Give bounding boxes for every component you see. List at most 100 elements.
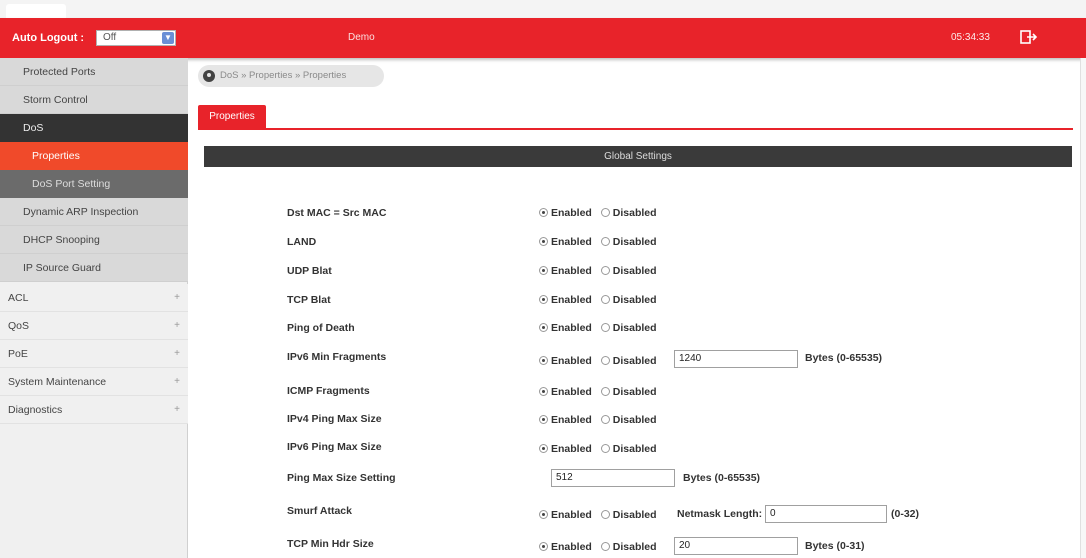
browser-tab[interactable] xyxy=(6,4,66,18)
radio-enabled-label: Enabled xyxy=(551,386,592,398)
radio-enabled[interactable] xyxy=(539,510,548,519)
ping-max-size-input[interactable]: 512 xyxy=(551,469,675,487)
radio-disabled[interactable] xyxy=(600,356,610,365)
radio-enabled-label: Enabled xyxy=(551,509,592,521)
row-label-udp-blat: UDP Blat xyxy=(287,265,332,277)
sidebar-item-label: Dynamic ARP Inspection xyxy=(23,206,139,218)
radio-disabled-label: Disabled xyxy=(612,265,657,277)
clock: 05:34:33 xyxy=(951,32,990,43)
chevron-down-icon: ▼ xyxy=(162,32,174,44)
tab-properties[interactable]: Properties xyxy=(198,105,266,129)
sidebar-item-dynamic-arp-inspection[interactable]: Dynamic ARP Inspection xyxy=(0,198,188,226)
radio-disabled-label: Disabled xyxy=(612,236,657,248)
row-label-smurf-attack: Smurf Attack xyxy=(287,505,352,517)
app-header: Auto Logout : Off ▼ Demo 05:34:33 xyxy=(0,18,1086,58)
sidebar-item-qos[interactable]: QoS + xyxy=(0,312,188,340)
row-label-tcp-min-hdr-size: TCP Min Hdr Size xyxy=(287,538,374,550)
auto-logout-area: Auto Logout : Off ▼ xyxy=(0,18,186,58)
radio-enabled[interactable] xyxy=(539,323,548,332)
radio-group-ipv4-ping-max-size: Enabled Disabled xyxy=(539,414,657,426)
row-label-dst-mac-src-mac: Dst MAC = Src MAC xyxy=(287,207,387,219)
radio-enabled-label: Enabled xyxy=(551,207,592,219)
radio-enabled-label: Enabled xyxy=(551,443,592,455)
sidebar-item-dos[interactable]: DoS xyxy=(0,114,188,142)
radio-disabled-label: Disabled xyxy=(612,207,657,219)
sidebar-item-properties[interactable]: Properties xyxy=(0,142,188,170)
auto-logout-label: Auto Logout : xyxy=(12,32,85,44)
sidebar-item-storm-control[interactable]: Storm Control xyxy=(0,86,188,114)
radio-enabled[interactable] xyxy=(539,266,548,275)
radio-enabled-label: Enabled xyxy=(551,322,592,334)
row-label-ipv6-ping-max-size: IPv6 Ping Max Size xyxy=(287,441,382,453)
radio-enabled[interactable] xyxy=(539,387,548,396)
radio-disabled-label: Disabled xyxy=(612,509,657,521)
radio-disabled[interactable] xyxy=(600,444,610,453)
radio-group-smurf-attack: Enabled Disabled xyxy=(539,509,657,521)
radio-enabled[interactable] xyxy=(539,208,548,217)
radio-disabled[interactable] xyxy=(600,387,610,396)
plus-icon: + xyxy=(174,404,180,415)
sidebar-item-label: Properties xyxy=(32,150,80,162)
radio-enabled[interactable] xyxy=(539,295,548,304)
radio-enabled[interactable] xyxy=(539,356,548,365)
radio-group-tcp-min-hdr-size: Enabled Disabled xyxy=(539,541,657,553)
sidebar-item-protected-ports[interactable]: Protected Ports xyxy=(0,58,188,86)
radio-enabled[interactable] xyxy=(539,415,548,424)
browser-top-strip xyxy=(0,0,1086,18)
radio-disabled[interactable] xyxy=(600,266,610,275)
radio-enabled[interactable] xyxy=(539,237,548,246)
ipv6-min-fragments-input[interactable]: 1240 xyxy=(674,350,798,368)
radio-group-dst-mac-src-mac: Enabled Disabled xyxy=(539,207,657,219)
row-label-land: LAND xyxy=(287,236,317,248)
tcp-min-hdr-size-hint: Bytes (0-31) xyxy=(805,540,865,552)
radio-enabled-label: Enabled xyxy=(551,236,592,248)
radio-group-udp-blat: Enabled Disabled xyxy=(539,265,657,277)
auto-logout-select[interactable]: Off ▼ xyxy=(96,30,176,46)
sidebar-item-system-maintenance[interactable]: System Maintenance + xyxy=(0,368,188,396)
tcp-min-hdr-size-input[interactable]: 20 xyxy=(674,537,798,555)
radio-enabled[interactable] xyxy=(539,542,548,551)
sidebar-item-poe[interactable]: PoE + xyxy=(0,340,188,368)
radio-group-ping-of-death: Enabled Disabled xyxy=(539,322,657,334)
auto-logout-value: Off xyxy=(103,32,117,43)
radio-disabled[interactable] xyxy=(600,542,610,551)
radio-disabled[interactable] xyxy=(600,323,610,332)
sidebar-item-acl[interactable]: ACL + xyxy=(0,284,188,312)
logout-icon[interactable] xyxy=(1020,29,1038,45)
sidebar-item-ip-source-guard[interactable]: IP Source Guard xyxy=(0,254,188,282)
radio-enabled[interactable] xyxy=(539,444,548,453)
radio-disabled[interactable] xyxy=(600,510,610,519)
sidebar-item-label: ACL xyxy=(8,292,29,304)
radio-disabled-label: Disabled xyxy=(612,322,657,334)
plus-icon: + xyxy=(174,376,180,387)
sidebar-item-dhcp-snooping[interactable]: DHCP Snooping xyxy=(0,226,188,254)
radio-group-tcp-blat: Enabled Disabled xyxy=(539,294,657,306)
netmask-length-input[interactable]: 0 xyxy=(765,505,887,523)
row-label-ping-max-size-setting: Ping Max Size Setting xyxy=(287,472,396,484)
scrollbar[interactable] xyxy=(1080,58,1086,558)
radio-enabled-label: Enabled xyxy=(551,265,592,277)
breadcrumb: DoS » Properties » Properties xyxy=(198,65,384,87)
breadcrumb-text[interactable]: DoS » Properties » Properties xyxy=(220,70,346,81)
device-name: Demo xyxy=(348,32,375,43)
radio-disabled[interactable] xyxy=(600,237,610,246)
radio-disabled-label: Disabled xyxy=(612,294,657,306)
radio-disabled-label: Disabled xyxy=(612,443,657,455)
radio-group-icmp-fragments: Enabled Disabled xyxy=(539,386,657,398)
sidebar: Protected Ports Storm Control DoS Proper… xyxy=(0,58,188,558)
location-pin-icon xyxy=(203,70,215,82)
radio-group-ipv6-ping-max-size: Enabled Disabled xyxy=(539,443,657,455)
ping-max-size-hint: Bytes (0-65535) xyxy=(683,472,761,484)
radio-disabled[interactable] xyxy=(600,415,610,424)
plus-icon: + xyxy=(174,348,180,359)
radio-disabled-label: Disabled xyxy=(612,355,657,367)
row-label-ping-of-death: Ping of Death xyxy=(287,322,355,334)
netmask-length-label: Netmask Length: xyxy=(677,508,763,520)
sidebar-item-label: IP Source Guard xyxy=(23,262,102,274)
sidebar-item-diagnostics[interactable]: Diagnostics + xyxy=(0,396,188,424)
radio-disabled[interactable] xyxy=(600,208,610,217)
sidebar-item-label: Diagnostics xyxy=(8,404,63,416)
radio-disabled[interactable] xyxy=(600,295,610,304)
sidebar-item-dos-port-setting[interactable]: DoS Port Setting xyxy=(0,170,188,198)
sidebar-item-label: DoS xyxy=(23,122,44,134)
